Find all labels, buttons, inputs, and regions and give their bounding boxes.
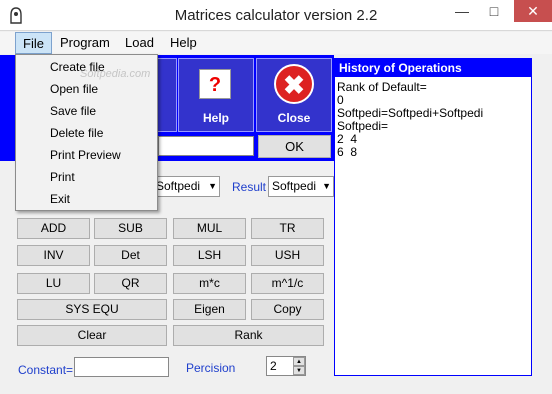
chevron-down-icon: ▼ (322, 181, 331, 191)
sys-equ-button[interactable]: SYS EQU (17, 299, 167, 320)
menu-bar: File Program Load Help (0, 32, 552, 54)
history-line: 2 4 (337, 132, 358, 146)
det-button[interactable]: Det (94, 245, 167, 266)
operand-select[interactable]: Softpedi ▼ (152, 176, 220, 197)
matrix-name-input[interactable] (158, 136, 254, 156)
qr-button[interactable]: QR (94, 273, 167, 294)
history-title: History of Operations (335, 59, 531, 77)
menu-file[interactable]: File (15, 32, 52, 54)
operand-select-value: Softpedi (156, 179, 201, 193)
percision-label: Percision (186, 361, 236, 375)
ush-button[interactable]: USH (251, 245, 324, 266)
result-select-value: Softpedi (272, 179, 317, 193)
lu-button[interactable]: LU (17, 273, 90, 294)
inv-button[interactable]: INV (17, 245, 90, 266)
help-icon: ? (199, 69, 231, 99)
result-label: Result (232, 180, 267, 194)
history-text[interactable]: Rank of Default= 0 Softpedi=Softpedi+Sof… (337, 81, 527, 159)
m-pow-inv-c-button[interactable]: m^1/c (251, 273, 324, 294)
lsh-button[interactable]: LSH (173, 245, 246, 266)
stepper-down-icon[interactable]: ▼ (293, 366, 305, 375)
menu-item-print-preview[interactable]: Print Preview (17, 144, 156, 166)
close-icon: ✖ (274, 64, 314, 104)
tr-button[interactable]: TR (251, 218, 324, 239)
sub-button[interactable]: SUB (94, 218, 167, 239)
stepper-up-icon[interactable]: ▲ (293, 357, 305, 366)
mul-button[interactable]: MUL (173, 218, 246, 239)
eigen-button[interactable]: Eigen (173, 299, 246, 320)
watermark: Softpedia.com (80, 68, 151, 80)
menu-item-save-file[interactable]: Save file (17, 100, 156, 122)
maximize-button[interactable]: □ (480, 0, 508, 22)
history-panel: History of Operations Rank of Default= 0… (334, 58, 532, 376)
close-button[interactable]: ✖ Close (256, 58, 332, 132)
help-button[interactable]: ? Help (178, 58, 254, 132)
constant-input[interactable] (74, 357, 169, 377)
menu-load[interactable]: Load (118, 32, 161, 54)
constant-label: Constant= (18, 363, 74, 377)
close-button-label: Close (277, 111, 311, 125)
minimize-button[interactable]: — (448, 0, 476, 22)
history-line: Rank of Default= (337, 80, 427, 94)
menu-item-exit[interactable]: Exit (17, 188, 156, 210)
copy-button[interactable]: Copy (251, 299, 324, 320)
menu-help[interactable]: Help (163, 32, 204, 54)
ok-button[interactable]: OK (258, 135, 331, 158)
menu-item-print[interactable]: Print (17, 166, 156, 188)
menu-item-delete-file[interactable]: Delete file (17, 122, 156, 144)
history-line: Softpedi= (337, 119, 389, 133)
title-bar: Matrices calculator version 2.2 — □ ✕ (0, 0, 552, 31)
history-line: 6 8 (337, 145, 358, 159)
m-times-c-button[interactable]: m*c (173, 273, 246, 294)
menu-program[interactable]: Program (53, 32, 117, 54)
chevron-down-icon: ▼ (208, 181, 217, 191)
menu-item-open-file[interactable]: Open file (17, 78, 156, 100)
rank-button[interactable]: Rank (173, 325, 324, 346)
help-button-label: Help (202, 111, 229, 125)
result-select[interactable]: Softpedi ▼ (268, 176, 334, 197)
add-button[interactable]: ADD (17, 218, 90, 239)
clear-button[interactable]: Clear (17, 325, 167, 346)
window-close-button[interactable]: ✕ (514, 0, 552, 22)
